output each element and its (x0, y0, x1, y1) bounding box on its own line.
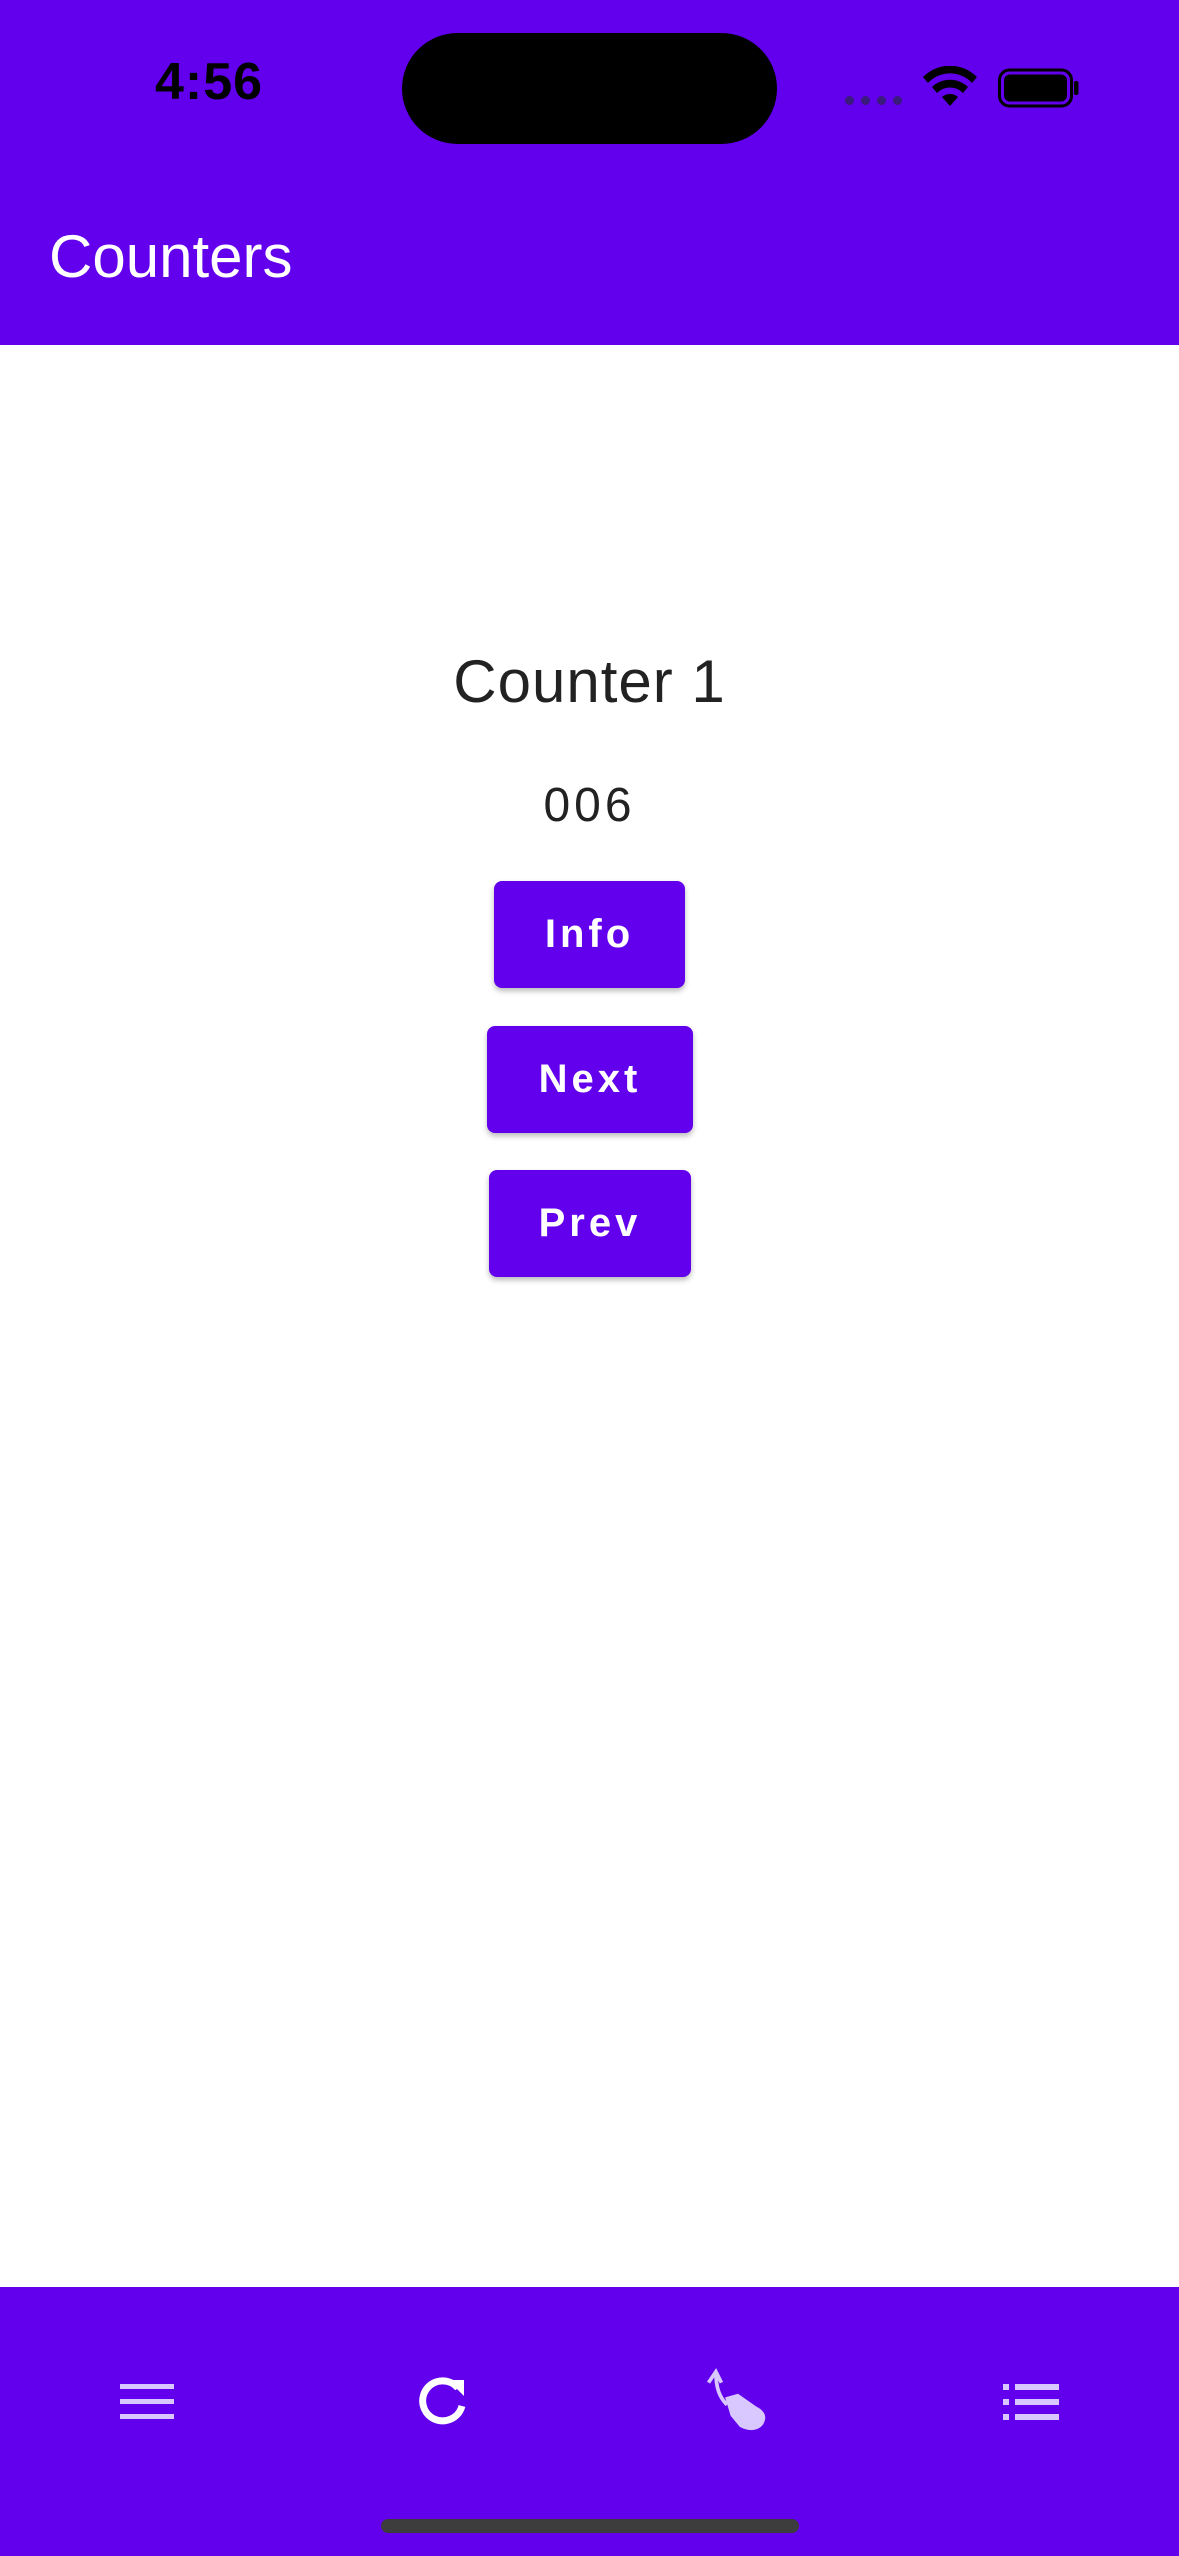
next-button[interactable]: Next (487, 1026, 693, 1133)
battery-icon (998, 68, 1079, 108)
refresh-icon[interactable] (407, 2367, 477, 2437)
prev-button[interactable]: Prev (489, 1170, 691, 1277)
status-time: 4:56 (155, 53, 264, 111)
info-button[interactable]: Info (494, 881, 685, 988)
page-title: Counters (49, 223, 293, 290)
menu-icon[interactable] (112, 2367, 182, 2437)
main-content (0, 345, 1179, 2287)
screen: 4:56 Counters Counter 1 006 Info Next Pr… (0, 0, 1179, 2556)
list-icon[interactable] (996, 2367, 1066, 2437)
dynamic-island (402, 33, 777, 144)
counter-value: 006 (543, 779, 636, 832)
home-indicator[interactable] (381, 2519, 799, 2533)
counter-title: Counter 1 (453, 648, 726, 715)
cellular-signal-icon (845, 96, 902, 105)
bottom-navigation-bar (0, 2287, 1179, 2556)
top-app-bar: 4:56 Counters (0, 0, 1179, 345)
swipe-gesture-icon[interactable] (703, 2367, 773, 2437)
wifi-icon (923, 66, 977, 106)
